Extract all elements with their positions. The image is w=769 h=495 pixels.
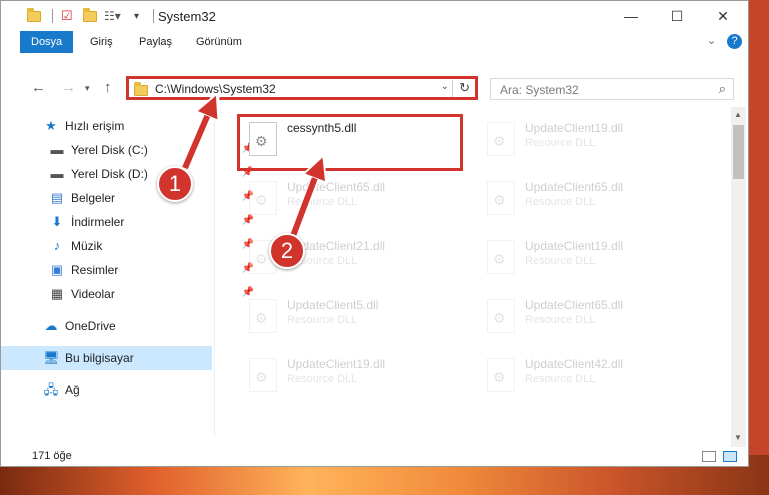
step-2-badge: 2 [269,233,305,269]
step-1-badge: 1 [157,166,193,202]
arrow-to-address-bar [182,105,212,170]
arrow-to-file [290,167,319,238]
annotation-arrows [180,0,769,241]
